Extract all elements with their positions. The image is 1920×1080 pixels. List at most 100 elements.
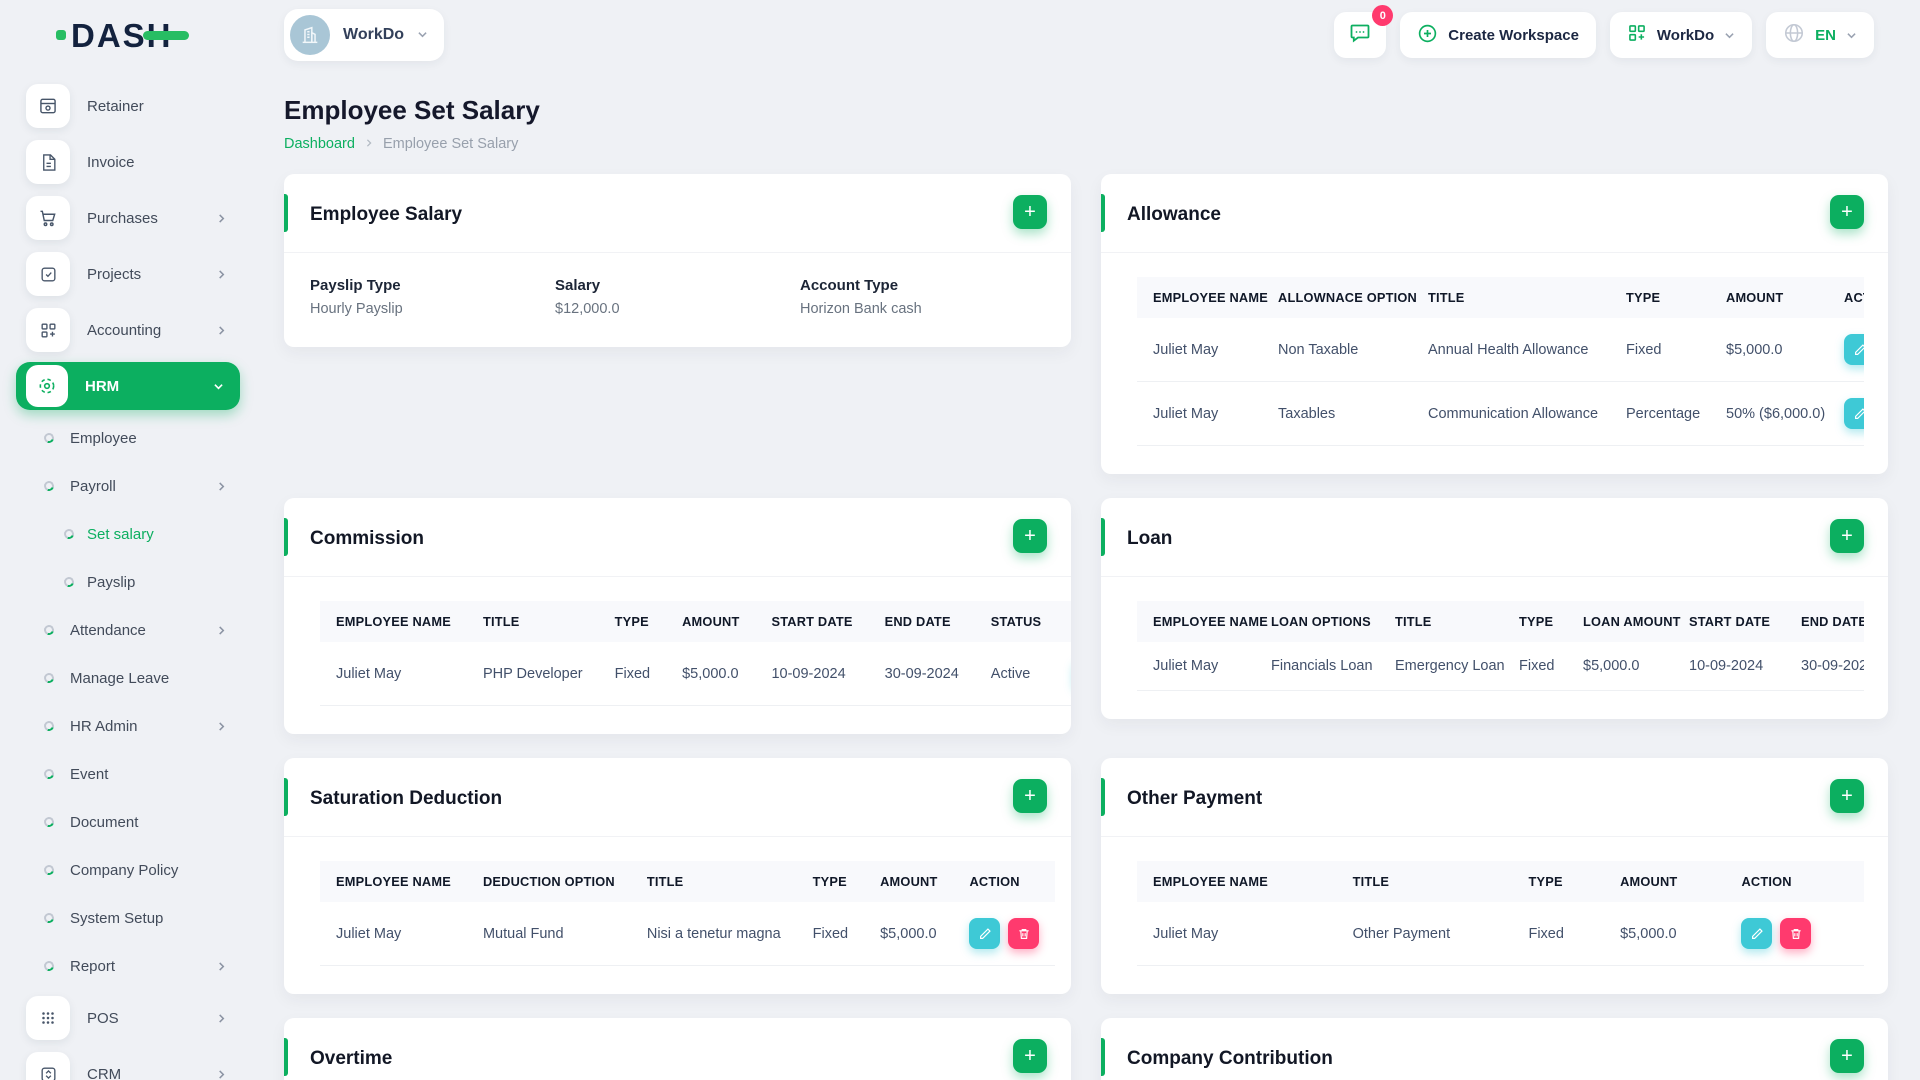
add-commission-button[interactable]: + — [1013, 519, 1047, 553]
field-label: Payslip Type — [310, 277, 401, 294]
chat-bubble-icon — [1348, 21, 1372, 49]
create-workspace-button[interactable]: Create Workspace — [1400, 12, 1596, 58]
sidebar-item-retainer[interactable]: Retainer — [0, 78, 256, 134]
add-company-contribution-button[interactable]: + — [1830, 1039, 1864, 1073]
chevron-right-icon — [217, 213, 226, 224]
company-contribution-card: Company Contribution + — [1101, 1018, 1888, 1080]
sidebar-item-payslip[interactable]: Payslip — [0, 558, 256, 606]
retainer-icon — [26, 84, 70, 128]
sidebar-item-set-salary[interactable]: Set salary — [0, 510, 256, 558]
topbar: WorkDo 0 Create Workspace WorkDo EN — [256, 0, 1920, 70]
logo-dash-icon — [142, 30, 189, 40]
status-text: Active — [974, 642, 1058, 706]
employee-salary-card: Employee Salary + Payslip Type Hourly Pa… — [284, 174, 1071, 347]
messages-count-badge: 0 — [1372, 5, 1394, 26]
chevron-right-icon — [217, 1013, 226, 1024]
add-other-payment-button[interactable]: + — [1830, 779, 1864, 813]
invoice-icon — [26, 140, 70, 184]
cart-icon — [26, 196, 70, 240]
bullet-icon — [42, 623, 56, 637]
add-overtime-button[interactable]: + — [1013, 1039, 1047, 1073]
main-area: WorkDo 0 Create Workspace WorkDo EN Empl… — [256, 0, 1920, 1080]
globe-icon — [1783, 22, 1805, 48]
circle-plus-icon — [1417, 23, 1438, 48]
workdo-apps-menu[interactable]: WorkDo — [1609, 12, 1753, 58]
sidebar-item-invoice[interactable]: Invoice — [0, 134, 256, 190]
saturation-deduction-table: EMPLOYEE NAME DEDUCTION OPTION TITLE TYP… — [320, 861, 1056, 966]
sidebar-item-hrm[interactable]: HRM — [16, 362, 240, 410]
table-row: Juliet May Mutual Fund Nisi a tenetur ma… — [320, 902, 1056, 966]
chevron-right-icon — [217, 961, 226, 972]
edit-button[interactable] — [969, 918, 1001, 949]
sidebar-item-employee[interactable]: Employee — [0, 414, 256, 462]
delete-button[interactable] — [1008, 918, 1040, 949]
sidebar-item-system-setup[interactable]: System Setup — [0, 894, 256, 942]
sidebar-item-report[interactable]: Report — [0, 942, 256, 990]
chevron-down-icon — [417, 26, 428, 44]
sidebar-item-document[interactable]: Document — [0, 798, 256, 846]
sidebar-item-purchases[interactable]: Purchases — [0, 190, 256, 246]
field-value: $12,000.0 — [555, 301, 620, 317]
chevron-right-icon — [217, 481, 226, 492]
hrm-target-icon — [26, 365, 68, 407]
bullet-icon — [42, 431, 56, 445]
add-employee-salary-button[interactable]: + — [1013, 195, 1047, 229]
bullet-icon — [62, 527, 76, 541]
overtime-card: Overtime + — [284, 1018, 1071, 1080]
bullet-icon — [42, 719, 56, 733]
card-title: Commission — [310, 528, 425, 549]
sidebar-item-manage-leave[interactable]: Manage Leave — [0, 654, 256, 702]
table-row: Juliet May Financials Loan Emergency Loa… — [1137, 642, 1864, 691]
field-label: Salary — [555, 277, 601, 294]
saturation-deduction-card: Saturation Deduction + EMPLOYEE NAME DED… — [284, 758, 1071, 994]
check-square-icon — [26, 252, 70, 296]
chevron-right-icon — [217, 721, 226, 732]
pos-grid-icon — [26, 996, 70, 1040]
chevron-right-icon — [217, 325, 226, 336]
sidebar-item-crm[interactable]: CRM — [0, 1046, 256, 1080]
card-title: Overtime — [310, 1048, 393, 1069]
edit-button[interactable] — [1844, 398, 1864, 429]
delete-button[interactable] — [1780, 918, 1812, 949]
table-row: Juliet May Other Payment Fixed $5,000.0 — [1137, 902, 1864, 966]
sidebar-item-payroll[interactable]: Payroll — [0, 462, 256, 510]
loan-table: EMPLOYEE NAME LOAN OPTIONS TITLE TYPE LO… — [1137, 601, 1864, 691]
field-value: Hourly Payslip — [310, 301, 403, 317]
card-title: Employee Salary — [310, 204, 463, 225]
bullet-icon — [62, 575, 76, 589]
chevron-right-icon — [365, 136, 373, 152]
breadcrumb-dashboard-link[interactable]: Dashboard — [284, 136, 355, 152]
workspace-name: WorkDo — [343, 26, 405, 43]
sidebar-item-projects[interactable]: Projects — [0, 246, 256, 302]
table-row: Juliet May Taxables Communication Allowa… — [1137, 381, 1864, 446]
sidebar-item-company-policy[interactable]: Company Policy — [0, 846, 256, 894]
add-allowance-button[interactable]: + — [1830, 195, 1864, 229]
dash-logo[interactable]: DASH — [56, 19, 189, 52]
chevron-right-icon — [217, 269, 226, 280]
messages-button[interactable]: 0 — [1334, 5, 1394, 58]
card-title: Other Payment — [1127, 788, 1263, 809]
field-label: Account Type — [800, 277, 899, 294]
language-selector[interactable]: EN — [1766, 12, 1874, 58]
sidebar-item-attendance[interactable]: Attendance — [0, 606, 256, 654]
sidebar-item-hr-admin[interactable]: HR Admin — [0, 702, 256, 750]
edit-button[interactable] — [1741, 918, 1773, 949]
chevron-right-icon — [217, 1069, 226, 1080]
add-saturation-deduction-button[interactable]: + — [1013, 779, 1047, 813]
bullet-icon — [42, 911, 56, 925]
loan-card: Loan + EMPLOYEE NAME LOAN OPTIONS TITLE … — [1101, 498, 1888, 719]
card-title: Saturation Deduction — [310, 788, 503, 809]
commission-table: EMPLOYEE NAME TITLE TYPE AMOUNT START DA… — [320, 601, 1071, 706]
bullet-icon — [42, 815, 56, 829]
sidebar-item-pos[interactable]: POS — [0, 990, 256, 1046]
sidebar-item-event[interactable]: Event — [0, 750, 256, 798]
edit-button[interactable] — [1844, 334, 1864, 365]
page-content: Employee Set Salary Dashboard Employee S… — [256, 70, 1920, 1080]
sidebar: DASH Retainer Invoice Purchases Projects… — [0, 0, 256, 1080]
bullet-icon — [42, 863, 56, 877]
employee-salary-fields: Payslip Type Hourly Payslip Salary $12,0… — [284, 253, 1071, 347]
sidebar-item-accounting[interactable]: Accounting — [0, 302, 256, 358]
allowance-card: Allowance + EMPLOYEE NAME ALLOWNACE OPTI… — [1101, 174, 1888, 474]
add-loan-button[interactable]: + — [1830, 519, 1864, 553]
workspace-switcher[interactable]: WorkDo — [284, 9, 445, 61]
